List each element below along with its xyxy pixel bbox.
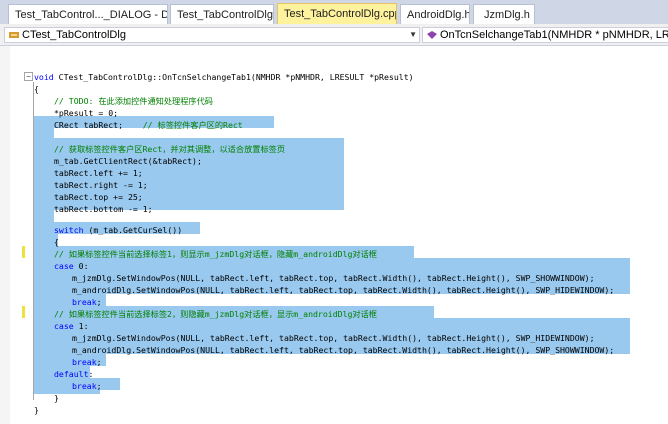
keyword: default bbox=[54, 369, 89, 379]
code-line-23: m_jzmDlg.SetWindowPos(NULL, tabRect.left… bbox=[72, 333, 595, 343]
navigation-bar: CTest_TabControlDlg ▼ OnTcnSelchangeTab1… bbox=[0, 24, 668, 46]
tab-test-tabcontrol-dialog[interactable]: Test_TabControl..._DIALOG - Dialog bbox=[8, 4, 168, 24]
code-line-26: default: bbox=[54, 369, 94, 379]
selection-highlight bbox=[34, 210, 54, 222]
code-line-12: tabRect.bottom -= 1; bbox=[54, 204, 153, 214]
comment: // 如果标签控件当前选择标签1，则显示m_jzmDlg对话框，隐藏m_andr… bbox=[54, 249, 377, 259]
keyword: break bbox=[72, 381, 97, 391]
code-line-19: m_androidDlg.SetWindowPos(NULL, tabRect.… bbox=[72, 285, 615, 295]
outline-guide bbox=[33, 82, 34, 400]
comment: // 标签控件客户区的Rect bbox=[142, 120, 243, 130]
keyword: break bbox=[72, 297, 97, 307]
code-line-9: tabRect.left += 1; bbox=[54, 168, 143, 178]
code-line-15: { bbox=[54, 237, 59, 247]
code-line-7: // 获取标签控件客户区Rect，并对其调整，以适合放置标签页 bbox=[54, 143, 285, 155]
code-line-24: m_androidDlg.SetWindowPos(NULL, tabRect.… bbox=[72, 345, 615, 355]
selection-highlight bbox=[34, 128, 54, 138]
code-line-29: } bbox=[34, 405, 39, 415]
code-line-14: switch (m_tab.GetCurSel()) bbox=[54, 225, 183, 235]
keyword: void bbox=[34, 72, 54, 82]
code-line-25: break; bbox=[72, 357, 102, 367]
code-editor[interactable]: − void CTest_TabControlDlg::OnTcnSelchan… bbox=[0, 46, 668, 424]
change-marker bbox=[22, 306, 25, 318]
code-line-8: m_tab.GetClientRect(&tabRect); bbox=[54, 156, 202, 166]
method-icon bbox=[427, 31, 437, 40]
class-icon bbox=[9, 32, 19, 39]
keyword: break bbox=[72, 357, 97, 367]
tab-label: Test_TabControl..._DIALOG - Dialog bbox=[15, 9, 167, 21]
code-line-28: } bbox=[54, 393, 59, 403]
chevron-down-icon: ▼ bbox=[409, 30, 417, 39]
member-dropdown[interactable]: OnTcnSelchangeTab1(NMHDR * pNMHDR, LRESU… bbox=[422, 27, 668, 43]
document-tab-bar: Test_TabControl..._DIALOG - Dialog Test_… bbox=[0, 0, 668, 24]
code-line-2: { bbox=[34, 84, 39, 94]
tab-label: AndroidDlg.h bbox=[407, 9, 470, 21]
code-line-3: // TODO: 在此添加控件通知处理程序代码 bbox=[54, 95, 213, 107]
code-line-18: m_jzmDlg.SetWindowPos(NULL, tabRect.left… bbox=[72, 273, 595, 283]
code-line-11: tabRect.top += 25; bbox=[54, 192, 143, 202]
comment: // TODO: 在此添加控件通知处理程序代码 bbox=[54, 96, 213, 106]
code-line-10: tabRect.right -= 1; bbox=[54, 180, 148, 190]
collapse-toggle-icon[interactable]: − bbox=[24, 72, 33, 81]
class-dropdown-value: CTest_TabControlDlg bbox=[22, 29, 126, 41]
tab-label: JzmDlg.h bbox=[484, 9, 530, 21]
tab-jzmdlg-h[interactable]: JzmDlg.h bbox=[473, 4, 535, 24]
code-line-27: break; bbox=[72, 381, 102, 391]
keyword: case bbox=[54, 321, 74, 331]
code-line-16: // 如果标签控件当前选择标签1，则显示m_jzmDlg对话框，隐藏m_andr… bbox=[54, 248, 377, 260]
code-line-22: case 1: bbox=[54, 321, 89, 331]
editor-margin bbox=[0, 46, 10, 424]
change-marker bbox=[22, 246, 25, 258]
tab-label: Test_TabControlDlg.cpp* bbox=[284, 8, 397, 20]
comment: // 如果标签控件当前选择标签2，则隐藏m_jzmDlg对话框，显示m_andr… bbox=[54, 309, 377, 319]
code-line-4: *pResult = 0; bbox=[54, 108, 119, 118]
comment: // 获取标签控件客户区Rect，并对其调整，以适合放置标签页 bbox=[54, 144, 286, 154]
tab-label: Test_TabControlDlg.h bbox=[177, 9, 274, 21]
tab-androiddlg-h[interactable]: AndroidDlg.h bbox=[400, 4, 470, 24]
code-line-17: case 0: bbox=[54, 261, 89, 271]
tab-test-tabcontroldlg-cpp[interactable]: Test_TabControlDlg.cpp* ✕ bbox=[277, 3, 397, 24]
code-line-21: // 如果标签控件当前选择标签2，则隐藏m_jzmDlg对话框，显示m_andr… bbox=[54, 308, 377, 320]
code-line-20: break; bbox=[72, 297, 102, 307]
keyword: case bbox=[54, 261, 74, 271]
keyword: switch bbox=[54, 225, 84, 235]
tab-test-tabcontroldlg-h[interactable]: Test_TabControlDlg.h bbox=[170, 4, 274, 24]
member-dropdown-value: OnTcnSelchangeTab1(NMHDR * pNMHDR, LRESU… bbox=[440, 29, 668, 41]
code-line-5: CRect tabRect; // 标签控件客户区的Rect bbox=[54, 120, 243, 130]
class-dropdown[interactable]: CTest_TabControlDlg ▼ bbox=[4, 27, 420, 43]
code-line-1: void CTest_TabControlDlg::OnTcnSelchange… bbox=[34, 72, 414, 82]
